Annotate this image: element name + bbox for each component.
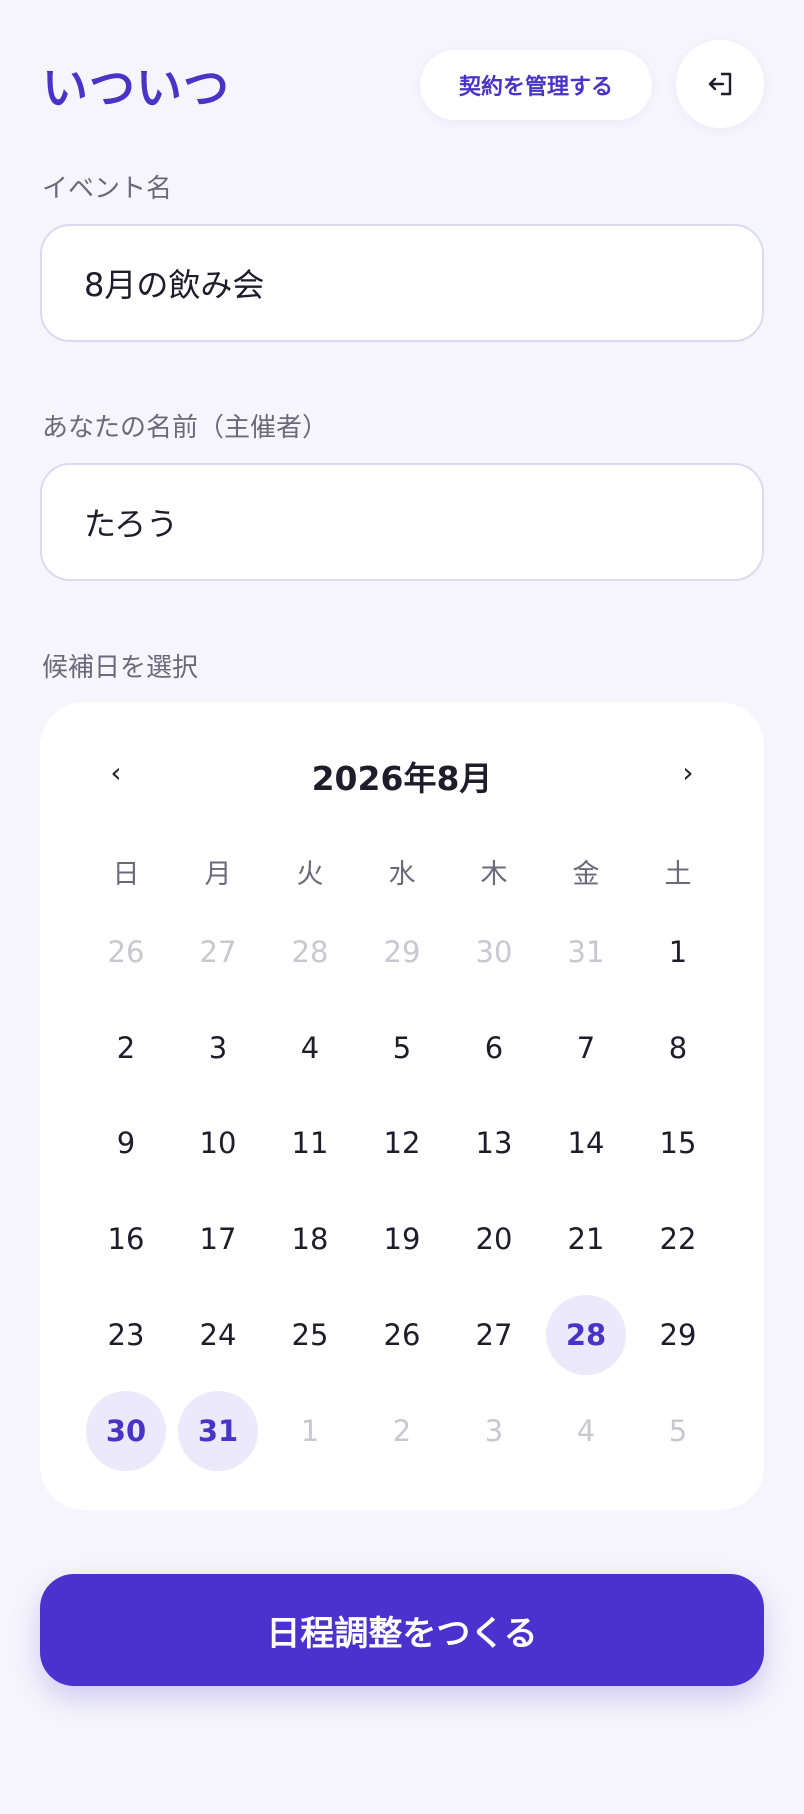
event-name-label: イベント名 <box>42 174 173 204</box>
calendar-day[interactable]: 12 <box>362 1103 442 1183</box>
calendar-day-outside: 2 <box>392 1414 412 1448</box>
calendar-day[interactable]: 5 <box>362 1008 442 1088</box>
calendar-day[interactable]: 24 <box>178 1295 258 1375</box>
calendar-day[interactable]: 27 <box>454 1295 534 1375</box>
calendar-day[interactable]: 29 <box>638 1295 718 1375</box>
calendar-day[interactable]: 23 <box>86 1295 166 1375</box>
weekday-label: 水 <box>388 859 416 890</box>
calendar-day[interactable]: 19 <box>362 1199 442 1279</box>
next-month-button[interactable]: › <box>668 752 708 792</box>
weekday-label: 木 <box>480 859 508 890</box>
calendar-day-outside: 4 <box>576 1414 596 1448</box>
manage-contract-button[interactable]: 契約を管理する <box>420 50 652 120</box>
weekday-label: 金 <box>572 859 600 890</box>
logout-button[interactable] <box>676 40 764 128</box>
calendar-day[interactable]: 17 <box>178 1199 258 1279</box>
calendar-day[interactable]: 9 <box>86 1103 166 1183</box>
prev-month-button[interactable]: ‹ <box>96 752 136 792</box>
app-logo: いついつ <box>42 61 230 115</box>
calendar-day[interactable]: 18 <box>270 1199 350 1279</box>
calendar-day-selected[interactable]: 30 <box>86 1391 166 1471</box>
calendar-day[interactable]: 4 <box>270 1008 350 1088</box>
weekday-label: 月 <box>204 859 232 890</box>
calendar-day-selected[interactable]: 31 <box>178 1391 258 1471</box>
create-schedule-button[interactable]: 日程調整をつくる <box>40 1574 764 1686</box>
calendar-day[interactable]: 8 <box>638 1008 718 1088</box>
calendar-day[interactable]: 16 <box>86 1199 166 1279</box>
calendar-day-outside: 30 <box>475 935 513 969</box>
calendar-day[interactable]: 3 <box>178 1008 258 1088</box>
event-name-input[interactable] <box>40 224 764 342</box>
organizer-name-input[interactable] <box>40 463 764 581</box>
calendar-day[interactable]: 1 <box>638 912 718 992</box>
calendar-day[interactable]: 26 <box>362 1295 442 1375</box>
calendar-day-outside: 5 <box>668 1414 688 1448</box>
calendar-day[interactable]: 15 <box>638 1103 718 1183</box>
calendar-day[interactable]: 25 <box>270 1295 350 1375</box>
calendar-day[interactable]: 2 <box>86 1008 166 1088</box>
calendar-month-title: 2026年8月 <box>311 759 493 798</box>
calendar-day[interactable]: 7 <box>546 1008 626 1088</box>
calendar-day-outside: 29 <box>383 935 421 969</box>
calendar-day-outside: 3 <box>484 1414 504 1448</box>
calendar-day[interactable]: 10 <box>178 1103 258 1183</box>
calendar-day[interactable]: 6 <box>454 1008 534 1088</box>
calendar-day[interactable]: 13 <box>454 1103 534 1183</box>
calendar-day-selected[interactable]: 28 <box>546 1295 626 1375</box>
calendar-day[interactable]: 20 <box>454 1199 534 1279</box>
calendar-day[interactable]: 11 <box>270 1103 350 1183</box>
candidate-dates-label: 候補日を選択 <box>42 653 199 683</box>
calendar-day-outside: 28 <box>291 935 329 969</box>
calendar-day-outside: 27 <box>199 935 237 969</box>
calendar-day[interactable]: 21 <box>546 1199 626 1279</box>
organizer-name-label: あなたの名前（主催者） <box>42 413 329 443</box>
calendar-day-outside: 1 <box>300 1414 320 1448</box>
calendar-day[interactable]: 14 <box>546 1103 626 1183</box>
calendar-day[interactable]: 22 <box>638 1199 718 1279</box>
weekday-label: 土 <box>664 859 692 890</box>
weekday-label: 火 <box>296 859 324 890</box>
calendar-day-outside: 26 <box>107 935 145 969</box>
logout-icon <box>708 72 732 96</box>
calendar-day-outside: 31 <box>567 935 605 969</box>
weekday-label: 日 <box>112 859 140 890</box>
